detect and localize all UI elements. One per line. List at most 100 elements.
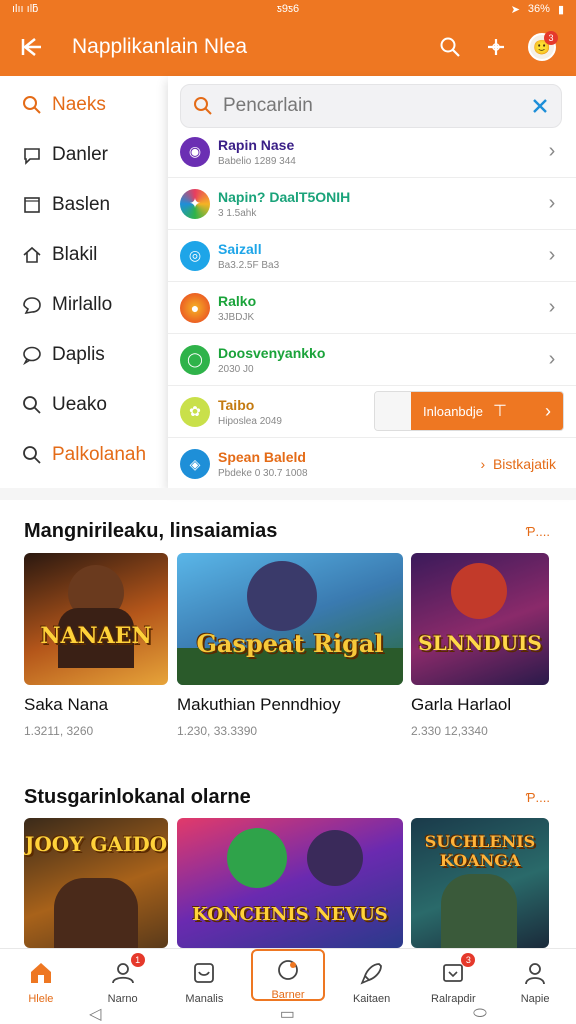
result-name: Napin? DaalT5ONIH (218, 188, 351, 205)
result-row[interactable]: ● Ralko 3JBDJK › (168, 282, 576, 334)
game-card[interactable]: Gaspeat Rigal (177, 553, 403, 685)
home-icon (23, 246, 41, 263)
chevron-right-icon: › (548, 348, 556, 370)
sidebar-item-label: Blakil (52, 244, 98, 265)
game-art-title: SUCHLENIS KOANGA (424, 832, 536, 870)
back-arrow-icon[interactable] (14, 29, 50, 65)
sidebar-item-blakil[interactable]: Blakil (0, 230, 168, 280)
app-logo-icon: ✿ (180, 396, 210, 427)
sidebar-item-label: Baslen (52, 194, 111, 215)
status-bar: ılıı ılƃ ƽ9ƽ6 ➤ 36% ▮ (0, 0, 576, 18)
result-name: Doosvenyankko (218, 344, 326, 361)
system-recents-icon[interactable]: ⬭ (473, 1005, 487, 1023)
section-divider (0, 488, 576, 500)
search-icon (194, 97, 212, 115)
plus-icon[interactable] (476, 27, 516, 67)
battery-level: 36% (527, 3, 550, 15)
chevron-right-icon: › (548, 140, 556, 162)
search-panel: Pencarlain ◉ Rapin Nase Babelio 1289 344… (168, 76, 576, 488)
result-row[interactable]: ◉ Rapin Nase Babelio 1289 344 › (168, 126, 576, 178)
system-nav: ◁ ▭ ⬭ (0, 1004, 576, 1024)
result-row[interactable]: ✿ Taibo Hiposlea 2049 Inloanbdje ⊤ › (168, 386, 576, 438)
game-title: Saka Nana (24, 695, 109, 714)
profile-avatar-button[interactable]: 🙂 3 (522, 27, 562, 67)
sidebar-item-ueako[interactable]: Ueako (0, 380, 168, 430)
message-box-icon (190, 959, 218, 987)
app-logo-icon: ◈ (180, 449, 210, 479)
sidebar-item-label: Ueako (52, 394, 107, 415)
app-logo-icon: ◉ (180, 136, 210, 167)
system-back-icon[interactable]: ◁ (89, 1004, 101, 1024)
game-card[interactable]: KONCHNIS NEVUS (177, 818, 403, 948)
chat-icon (24, 148, 40, 165)
result-meta: 2030 J0 (218, 363, 254, 375)
search-icon (23, 446, 41, 464)
home-icon (27, 959, 55, 987)
character-art (307, 830, 363, 886)
result-extra-link[interactable]: › Bistkajatik (481, 456, 556, 472)
section-popular: Stusgarinlokanal olarne Ƥ.... JOOY GAIDO… (0, 770, 576, 948)
result-meta: 3 1.5ahk (218, 207, 257, 219)
sidebar-item-mirlallo[interactable]: Mirlallo (0, 280, 168, 330)
game-card[interactable]: SUCHLENIS KOANGA (411, 818, 549, 948)
folder-icon (24, 197, 40, 213)
character-art (247, 561, 317, 631)
search-icon[interactable] (430, 27, 470, 67)
search-icon (23, 96, 41, 114)
notification-badge: 3 (461, 953, 476, 967)
chevron-right-icon: › (545, 400, 551, 421)
game-title: Garla Harlaol (411, 695, 512, 714)
result-row[interactable]: ◯ Doosvenyankko 2030 J0 › (168, 334, 576, 386)
sidebar-item-naeks[interactable]: Naeks (0, 80, 168, 130)
result-row[interactable]: ✦ Napin? DaalT5ONIH 3 1.5ahk › (168, 178, 576, 230)
inbox-icon: 3 (439, 953, 476, 987)
game-art-title: KONCHNIS NEVUS (192, 904, 388, 925)
search-input[interactable]: Pencarlain (180, 84, 562, 128)
install-button[interactable]: Inloanbdje ⊤ › (374, 391, 564, 431)
avatar: 🙂 3 (528, 31, 558, 61)
page-title: Napplikanlain Nlea (72, 35, 248, 58)
app-logo-icon: ● (180, 292, 210, 323)
sidebar-item-baslen[interactable]: Baslen (0, 180, 168, 230)
signal-status: ılıı ılƃ (12, 3, 39, 15)
sidebar-item-label: Palkolanah (52, 444, 147, 465)
app-logo-icon: ✦ (180, 188, 210, 219)
game-art-title: NANAEN (40, 623, 152, 649)
game-meta: 1.3211, 3260 (24, 724, 94, 738)
close-icon[interactable] (531, 97, 549, 115)
see-more-link[interactable]: Ƥ.... (526, 790, 550, 805)
app-bar: Napplikanlain Nlea 🙂 3 (0, 18, 576, 76)
game-card[interactable]: NANAEN (24, 553, 168, 685)
nav-games[interactable]: Barner (251, 949, 325, 1001)
game-meta: 2.330 12,3340 (411, 724, 488, 738)
section-featured: Mangnirileaku, linsaiamias Ƥ.... NANAEN … (0, 500, 576, 770)
game-icon (274, 957, 302, 983)
result-name: Rapin Nase (218, 136, 295, 153)
location-icon: ➤ (510, 3, 520, 16)
install-button-spacer (375, 392, 411, 430)
sidebar-item-palkolanah[interactable]: Palkolanah (0, 430, 168, 480)
speech-bubble-icon (23, 346, 41, 365)
see-more-link[interactable]: Ƥ.... (526, 524, 550, 539)
nav-label: Barner (271, 989, 305, 1001)
game-art-title: SLNNDUIS (418, 631, 542, 655)
game-card[interactable]: SLNNDUIS (411, 553, 549, 685)
result-row[interactable]: ◈ Spean Baleld Pbdeke 0 30.7 1008 › Bist… (168, 438, 576, 490)
chevron-right-icon: › (548, 296, 556, 318)
result-meta: Babelio 1289 344 (218, 155, 296, 167)
sidebar-item-danler[interactable]: Danler (0, 130, 168, 180)
game-card[interactable]: JOOY GAIDO (24, 818, 168, 948)
system-home-icon[interactable]: ▭ (280, 1004, 295, 1024)
result-row[interactable]: ◎ Saizall Ba3.2.5F Ba3 › (168, 230, 576, 282)
character-art (54, 878, 138, 948)
battery-icon: ▮ (557, 3, 564, 16)
character-art (451, 563, 507, 619)
message-icon (23, 297, 41, 315)
result-meta: Ba3.2.5F Ba3 (218, 259, 280, 271)
sidebar-item-label: Danler (52, 144, 108, 165)
section-title: Mangnirileaku, linsaiamias (24, 520, 278, 542)
install-button-body: Inloanbdje ⊤ › (411, 392, 563, 430)
result-extra-label: Bistkajatik (492, 456, 556, 472)
sidebar-item-daplis[interactable]: Daplis (0, 330, 168, 380)
character-art (227, 828, 287, 888)
